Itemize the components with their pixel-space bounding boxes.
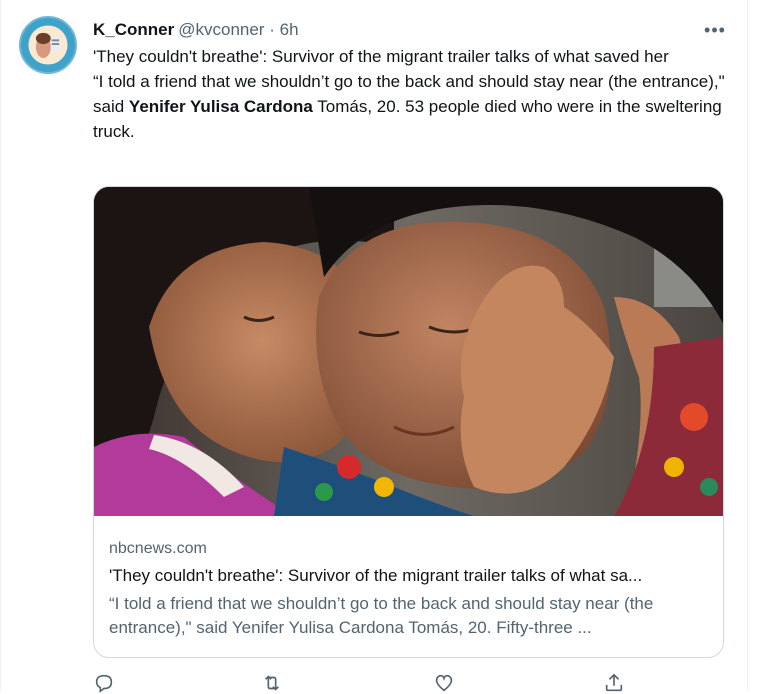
author-handle[interactable]: @kvconner: [178, 20, 264, 39]
tweet-action-bar: [93, 672, 653, 693]
tweet-text-line-1: 'They couldn't breathe': Survivor of the…: [93, 47, 669, 66]
tweet-header: K_Conner @kvconner · 6h: [93, 18, 299, 42]
reply-icon[interactable]: [93, 672, 115, 693]
share-icon[interactable]: [603, 672, 625, 692]
timeline-right-border: [747, 0, 748, 691]
author-name[interactable]: K_Conner: [93, 20, 174, 39]
avatar-image: [21, 18, 75, 72]
more-options-icon[interactable]: •••: [700, 21, 730, 39]
avatar[interactable]: [19, 16, 77, 74]
link-card-domain: nbcnews.com: [109, 540, 207, 557]
link-card-description: “I told a friend that we shouldn’t go to…: [109, 594, 654, 637]
link-card[interactable]: nbcnews.com 'They couldn't breathe': Sur…: [93, 186, 724, 658]
tweet-timestamp[interactable]: 6h: [280, 20, 299, 39]
tweet-text-line-2: “I told a friend that we shouldn’t go to…: [93, 69, 733, 144]
link-card-meta: nbcnews.com 'They couldn't breathe': Sur…: [109, 538, 709, 640]
link-card-title: 'They couldn't breathe': Survivor of the…: [109, 566, 643, 585]
like-icon[interactable]: [433, 672, 455, 692]
link-card-image[interactable]: [94, 187, 723, 516]
tweet-text: 'They couldn't breathe': Survivor of the…: [93, 44, 733, 144]
retweet-icon[interactable]: [261, 672, 283, 692]
timeline-left-border: [0, 0, 1, 691]
tweet-text-bold-name: Yenifer Yulisa Cardona: [128, 97, 313, 116]
header-separator: ·: [269, 20, 275, 39]
